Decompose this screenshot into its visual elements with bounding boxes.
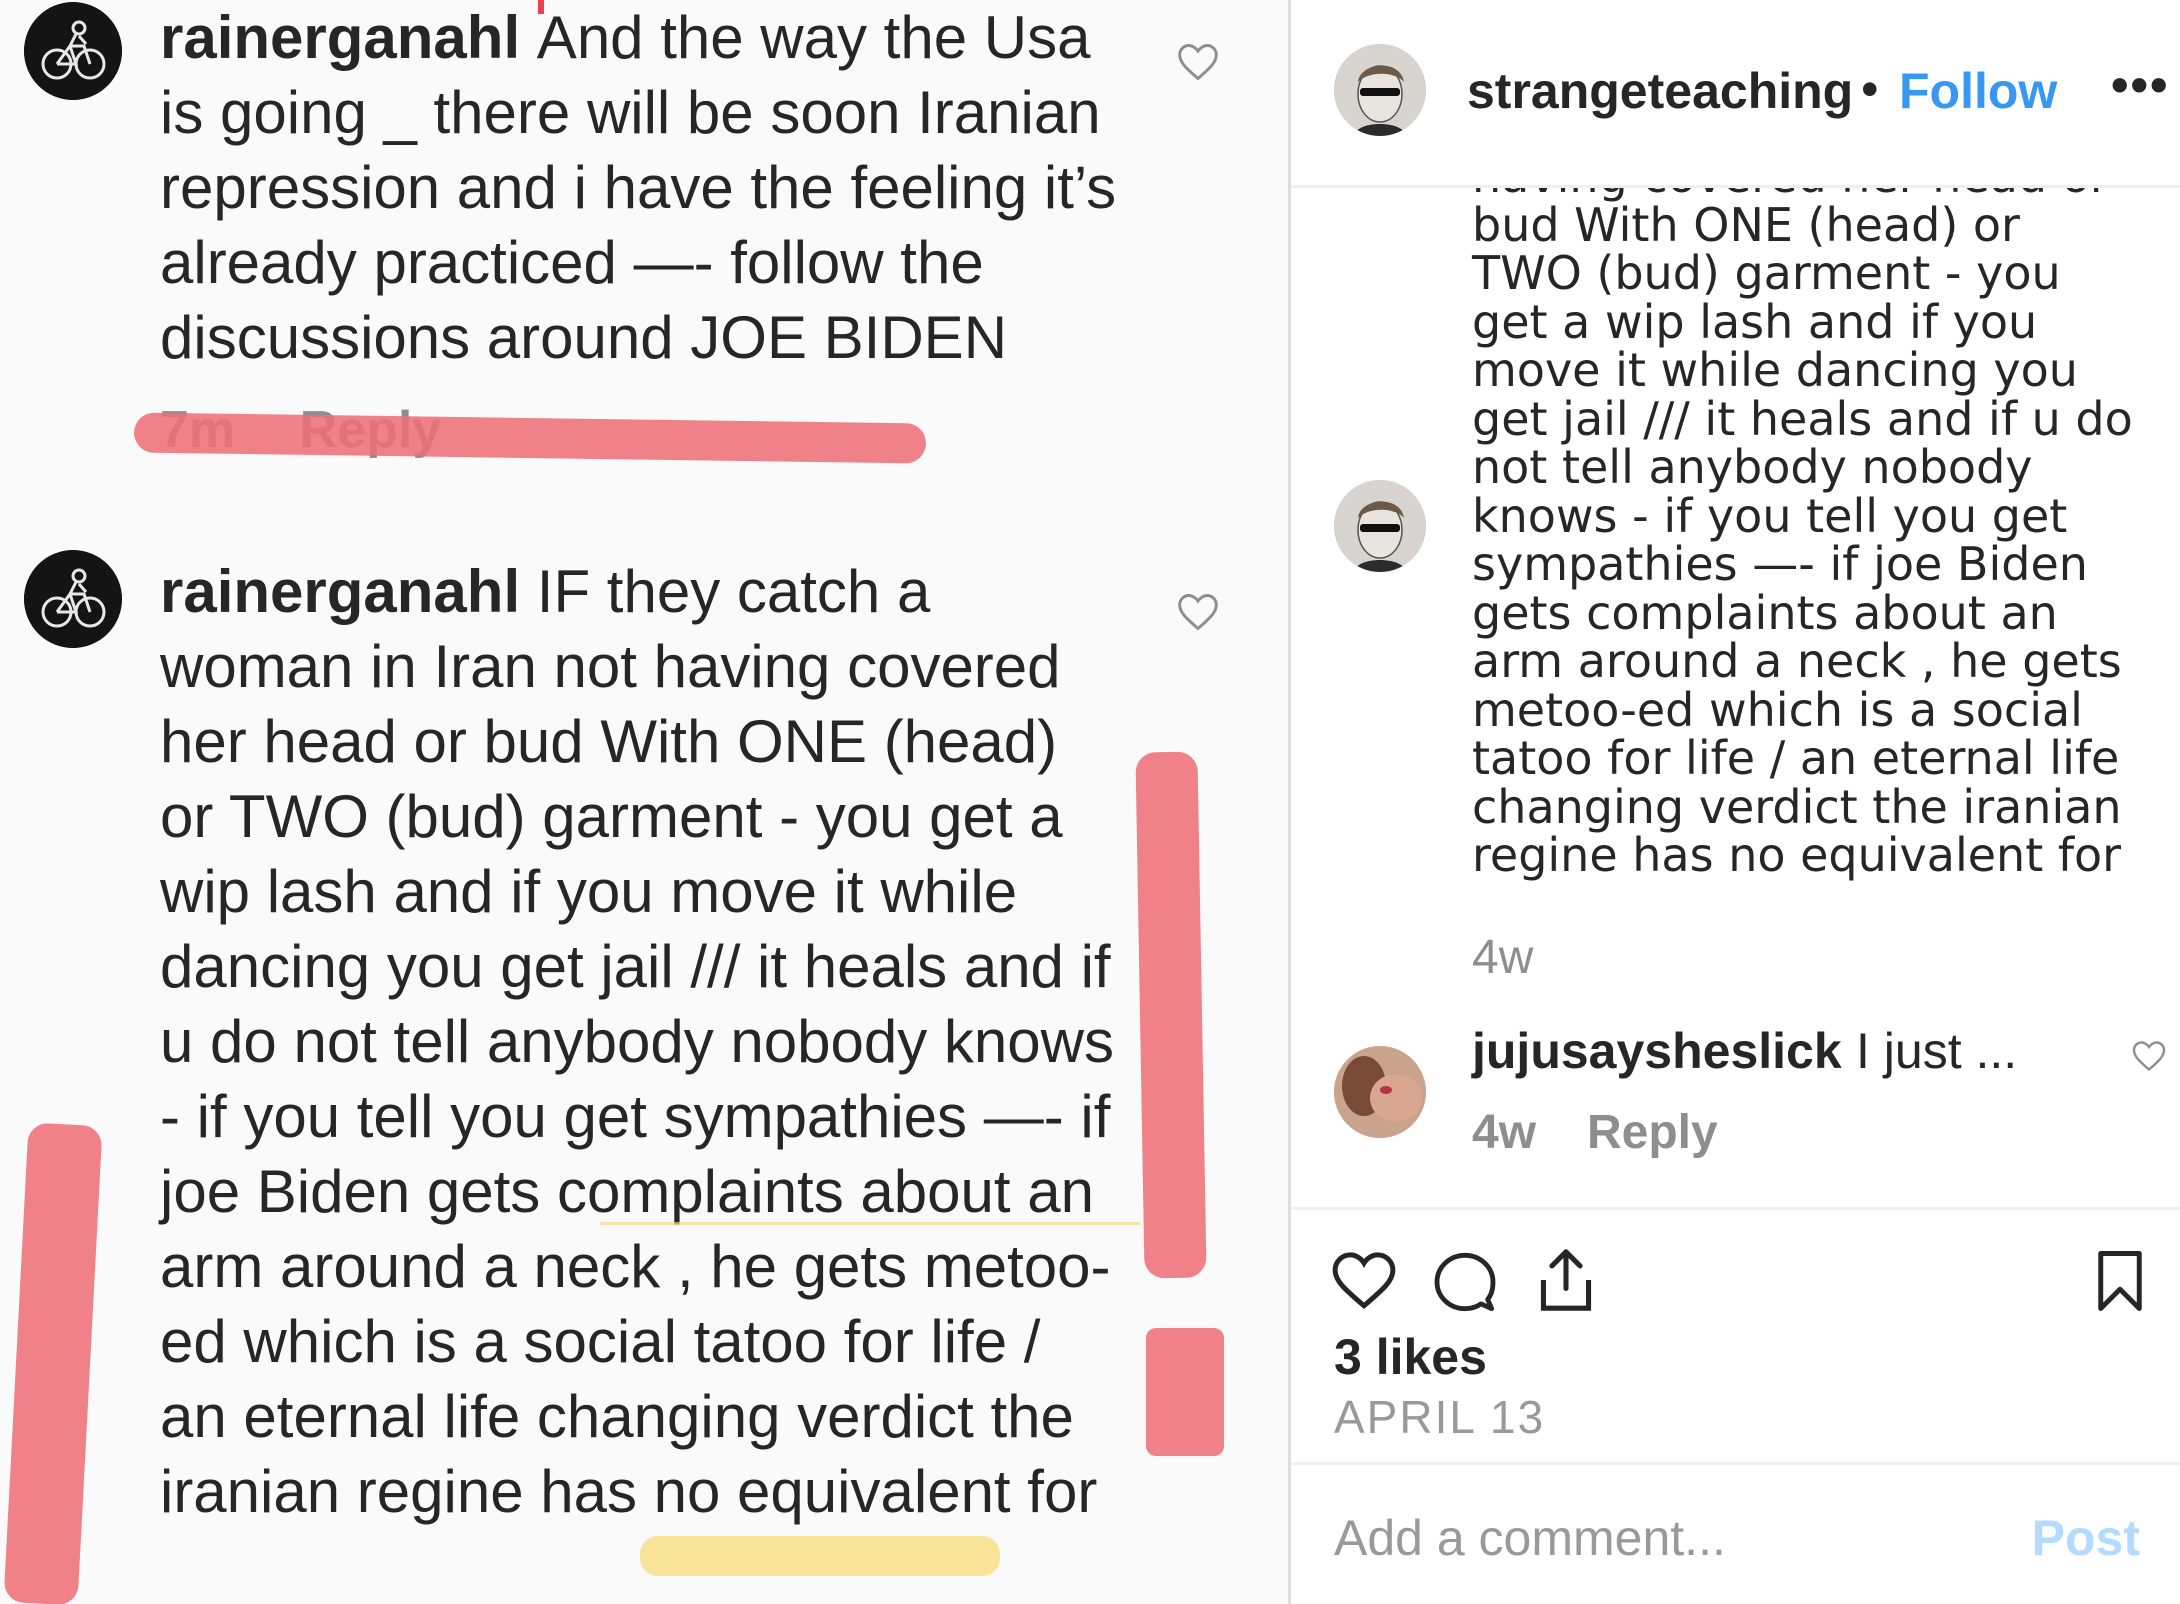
like-comment-heart-icon[interactable] bbox=[2131, 1038, 2167, 1074]
caption-scroll-area[interactable]: naving covered her head or bud With ONE … bbox=[1291, 188, 2180, 1207]
caption-line: gets complaints about an bbox=[1472, 585, 2058, 640]
share-icon[interactable] bbox=[1535, 1246, 1597, 1314]
like-comment-heart-icon[interactable] bbox=[1176, 40, 1220, 84]
yellow-marker-thin-line bbox=[600, 1222, 1140, 1225]
likes-count[interactable]: 3 likes bbox=[1334, 1328, 1487, 1386]
bookmark-icon[interactable] bbox=[2095, 1248, 2145, 1314]
post-date: APRIL 13 bbox=[1334, 1391, 1546, 1443]
caption-line: get a wip lash and if you bbox=[1472, 294, 2038, 349]
caption-line: bud With ONE (head) or bbox=[1472, 197, 2020, 252]
author-avatar[interactable] bbox=[1334, 44, 1426, 136]
caption-timestamp: 4w bbox=[1472, 931, 1534, 984]
portrait-avatar-icon bbox=[1334, 480, 1426, 572]
commenter-avatar[interactable] bbox=[24, 2, 122, 100]
add-comment-bar: Add a comment... Post bbox=[1291, 1462, 2180, 1604]
red-marker-tick bbox=[538, 0, 544, 14]
caption-line: not tell anybody nobody bbox=[1472, 440, 2033, 494]
comment-2-username[interactable]: rainerganahl bbox=[160, 558, 537, 625]
follow-button[interactable]: Follow bbox=[1899, 62, 2057, 120]
comment-timestamp: 4w bbox=[1472, 1106, 1537, 1159]
caption-line: tatoo for life / an eternal life bbox=[1472, 731, 2120, 785]
author-avatar[interactable] bbox=[1334, 480, 1426, 572]
caption-line: move it while dancing you bbox=[1472, 343, 2078, 397]
comment-text: I just ... bbox=[1856, 1023, 2018, 1079]
comment-2: rainerganahl IF they catch a woman in Ir… bbox=[160, 554, 1120, 1529]
like-comment-heart-icon[interactable] bbox=[1176, 590, 1220, 634]
portrait-avatar-icon bbox=[1334, 44, 1426, 136]
more-options-icon[interactable]: ••• bbox=[2111, 56, 2170, 114]
caption-line: regine has no equivalent for bbox=[1472, 828, 2122, 882]
comment-2-text: IF they catch a woman in Iran not having… bbox=[160, 558, 1114, 1525]
comment-bubble-icon[interactable] bbox=[1433, 1250, 1497, 1314]
commenter-avatar[interactable] bbox=[1334, 1046, 1426, 1138]
caption-line: knows - if you tell you get bbox=[1472, 488, 2068, 543]
red-marker-vertical-right bbox=[1135, 751, 1207, 1279]
right-screenshot-panel: strangeteaching • Follow ••• naving cove… bbox=[1291, 0, 2180, 1604]
caption-line: metoo-ed which is a social bbox=[1472, 682, 2083, 737]
like-heart-icon[interactable] bbox=[1331, 1250, 1397, 1312]
caption-line: changing verdict the iranian bbox=[1472, 779, 2122, 834]
comment-1: rainerganahl And the way the Usa is goin… bbox=[160, 0, 1120, 375]
commenter-avatar[interactable] bbox=[24, 550, 122, 648]
caption-line: arm around a neck , he gets bbox=[1472, 634, 2122, 688]
cyclist-avatar-icon bbox=[24, 550, 122, 648]
caption-line: sympathies —- if joe Biden bbox=[1472, 537, 2088, 591]
author-username[interactable]: strangeteaching bbox=[1467, 62, 1867, 120]
cyclist-avatar-icon bbox=[24, 2, 122, 100]
add-comment-input[interactable]: Add a comment... bbox=[1334, 1509, 1726, 1567]
caption-line: get jail /// it heals and if u do bbox=[1472, 391, 2133, 446]
post-header: strangeteaching • Follow ••• bbox=[1291, 0, 2180, 188]
caption-line: TWO (bud) garment - you bbox=[1472, 246, 2061, 300]
comment-1-username[interactable]: rainerganahl bbox=[160, 4, 537, 71]
post-comment-button[interactable]: Post bbox=[2032, 1509, 2140, 1567]
yellow-marker-underline bbox=[640, 1536, 1000, 1576]
comment-username[interactable]: jujusaysheslick bbox=[1472, 1022, 1842, 1080]
red-marker-vertical-right-lower bbox=[1146, 1328, 1224, 1456]
left-screenshot-panel: rainerganahl And the way the Usa is goin… bbox=[0, 0, 1288, 1604]
red-marker-vertical-left bbox=[3, 1122, 103, 1604]
header-separator-dot: • bbox=[1861, 61, 1879, 117]
comment-reply-button[interactable]: Reply bbox=[1587, 1105, 1718, 1160]
photo-avatar-icon bbox=[1334, 1046, 1426, 1138]
caption-text: naving covered her head or bud With ONE … bbox=[1472, 188, 2172, 880]
